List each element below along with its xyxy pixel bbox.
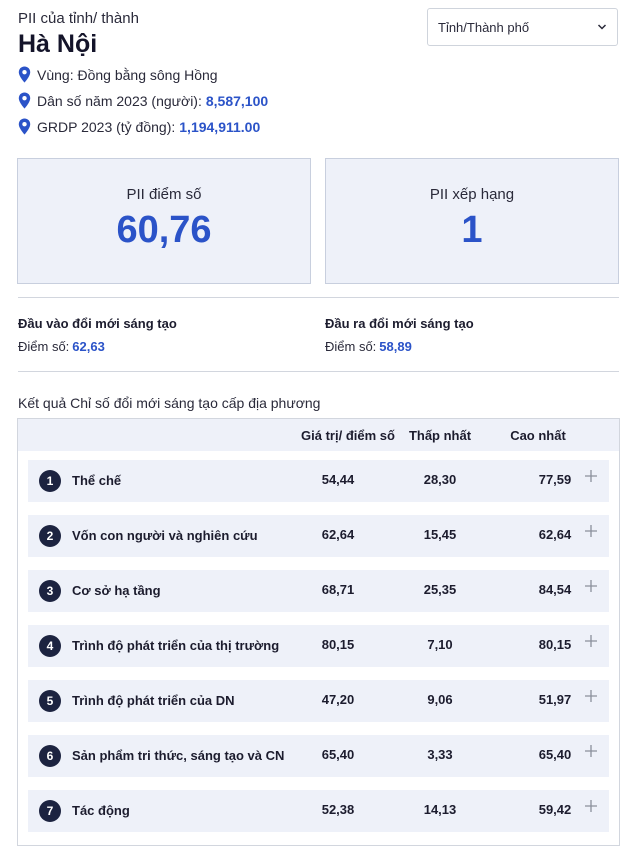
row-value: 80,15 <box>321 637 355 652</box>
row-min: 28,30 <box>423 472 457 487</box>
divider <box>18 371 619 372</box>
province-name: Hà Nội <box>18 30 98 58</box>
row-min: 15,45 <box>423 527 457 542</box>
row-number-badge: 2 <box>39 525 61 547</box>
row-indicator-name: Tác động <box>72 803 130 818</box>
page-kicker: PII của tỉnh/ thành <box>18 10 139 27</box>
input-index-title: Đầu vào đổi mới sáng tạo <box>18 316 177 331</box>
row-number-badge: 3 <box>39 580 61 602</box>
meta-grdp: GRDP 2023 (tỷ đồng): 1,194,911.00 <box>18 118 260 135</box>
output-score-value: 58,89 <box>379 339 412 354</box>
row-value: 54,44 <box>321 472 355 487</box>
pii-score-label: PII điểm số <box>126 186 202 203</box>
table-row[interactable]: 7 Tác động 52,38 14,13 59,42 <box>28 790 609 832</box>
map-pin-icon <box>18 118 31 135</box>
row-min: 3,33 <box>427 747 453 762</box>
output-score-label: Điểm số: <box>325 339 377 354</box>
plus-icon[interactable] <box>584 524 598 538</box>
row-indicator-name: Vốn con người và nghiên cứu <box>72 528 258 543</box>
row-number-badge: 7 <box>39 800 61 822</box>
pii-score-value: 60,76 <box>116 209 212 251</box>
row-max: 62,64 <box>538 527 572 542</box>
meta-grdp-label: GRDP 2023 (tỷ đồng): <box>37 118 176 135</box>
meta-region: Vùng: Đồng bằng sông Hồng <box>18 66 218 83</box>
divider <box>18 297 619 298</box>
row-value: 47,20 <box>321 692 355 707</box>
header-min: Thấp nhất <box>408 428 472 443</box>
table-row[interactable]: 3 Cơ sở hạ tầng 68,71 25,35 84,54 <box>28 570 609 612</box>
row-value: 65,40 <box>321 747 355 762</box>
row-max: 77,59 <box>538 472 572 487</box>
input-score-label: Điểm số: <box>18 339 70 354</box>
row-number-badge: 1 <box>39 470 61 492</box>
map-pin-icon <box>18 66 31 83</box>
meta-population-label: Dân số năm 2023 (người): <box>37 92 202 109</box>
row-min: 7,10 <box>427 637 453 652</box>
row-indicator-name: Sản phẩm tri thức, sáng tạo và CN <box>72 748 285 763</box>
row-value: 52,38 <box>321 802 355 817</box>
input-index-score: Điểm số: 62,63 <box>18 339 105 354</box>
row-max: 65,40 <box>538 747 572 762</box>
plus-icon[interactable] <box>584 579 598 593</box>
table-row[interactable]: 5 Trình độ phát triển của DN 47,20 9,06 51,9… <box>28 680 609 722</box>
row-max: 84,54 <box>538 582 572 597</box>
chevron-down-icon <box>597 24 607 30</box>
plus-icon[interactable] <box>584 799 598 813</box>
header-value: Giá trị/ điểm số <box>301 428 395 443</box>
map-pin-icon <box>18 92 31 109</box>
row-number-badge: 4 <box>39 635 61 657</box>
row-indicator-name: Trình độ phát triển của DN <box>72 693 235 708</box>
plus-icon[interactable] <box>584 744 598 758</box>
meta-region-label: Vùng: Đồng bằng sông Hồng <box>37 66 218 83</box>
row-number-badge: 5 <box>39 690 61 712</box>
results-table: Giá trị/ điểm số Thấp nhất Cao nhất 1 Thể… <box>17 418 620 846</box>
output-index-title: Đầu ra đổi mới sáng tạo <box>325 316 474 331</box>
table-header: Giá trị/ điểm số Thấp nhất Cao nhất <box>18 419 619 451</box>
meta-population-value: 8,587,100 <box>205 92 269 109</box>
meta-grdp-value: 1,194,911.00 <box>179 118 261 135</box>
row-max: 59,42 <box>538 802 572 817</box>
pii-rank-card: PII xếp hạng 1 <box>325 158 619 284</box>
province-select-label: Tỉnh/Thành phố <box>438 19 530 35</box>
row-min: 25,35 <box>423 582 457 597</box>
pii-rank-label: PII xếp hạng <box>429 186 515 203</box>
output-index-score: Điểm số: 58,89 <box>325 339 412 354</box>
header-max: Cao nhất <box>510 428 566 443</box>
table-row[interactable]: 2 Vốn con người và nghiên cứu 62,64 15,45 62… <box>28 515 609 557</box>
row-min: 9,06 <box>427 692 453 707</box>
meta-population: Dân số năm 2023 (người): 8,587,100 <box>18 92 268 109</box>
row-value: 62,64 <box>321 527 355 542</box>
row-max: 80,15 <box>538 637 572 652</box>
row-number-badge: 6 <box>39 745 61 767</box>
row-indicator-name: Trình độ phát triển của thị trường <box>72 638 280 653</box>
province-select[interactable]: Tỉnh/Thành phố <box>427 8 618 46</box>
results-caption: Kết quả Chỉ số đổi mới sáng tạo cấp địa … <box>18 395 321 411</box>
plus-icon[interactable] <box>584 634 598 648</box>
table-row[interactable]: 6 Sản phẩm tri thức, sáng tạo và CN 65,40 3… <box>28 735 609 777</box>
row-value: 68,71 <box>321 582 355 597</box>
row-indicator-name: Thể chế <box>72 473 122 488</box>
table-row[interactable]: 1 Thể chế 54,44 28,30 77,59 <box>28 460 609 502</box>
pii-rank-value: 1 <box>461 209 483 251</box>
input-score-value: 62,63 <box>72 339 105 354</box>
row-max: 51,97 <box>538 692 572 707</box>
table-row[interactable]: 4 Trình độ phát triển của thị trường 80,15… <box>28 625 609 667</box>
plus-icon[interactable] <box>584 469 598 483</box>
row-indicator-name: Cơ sở hạ tầng <box>72 583 161 598</box>
plus-icon[interactable] <box>584 689 598 703</box>
pii-score-card: PII điểm số 60,76 <box>17 158 311 284</box>
row-min: 14,13 <box>423 802 457 817</box>
